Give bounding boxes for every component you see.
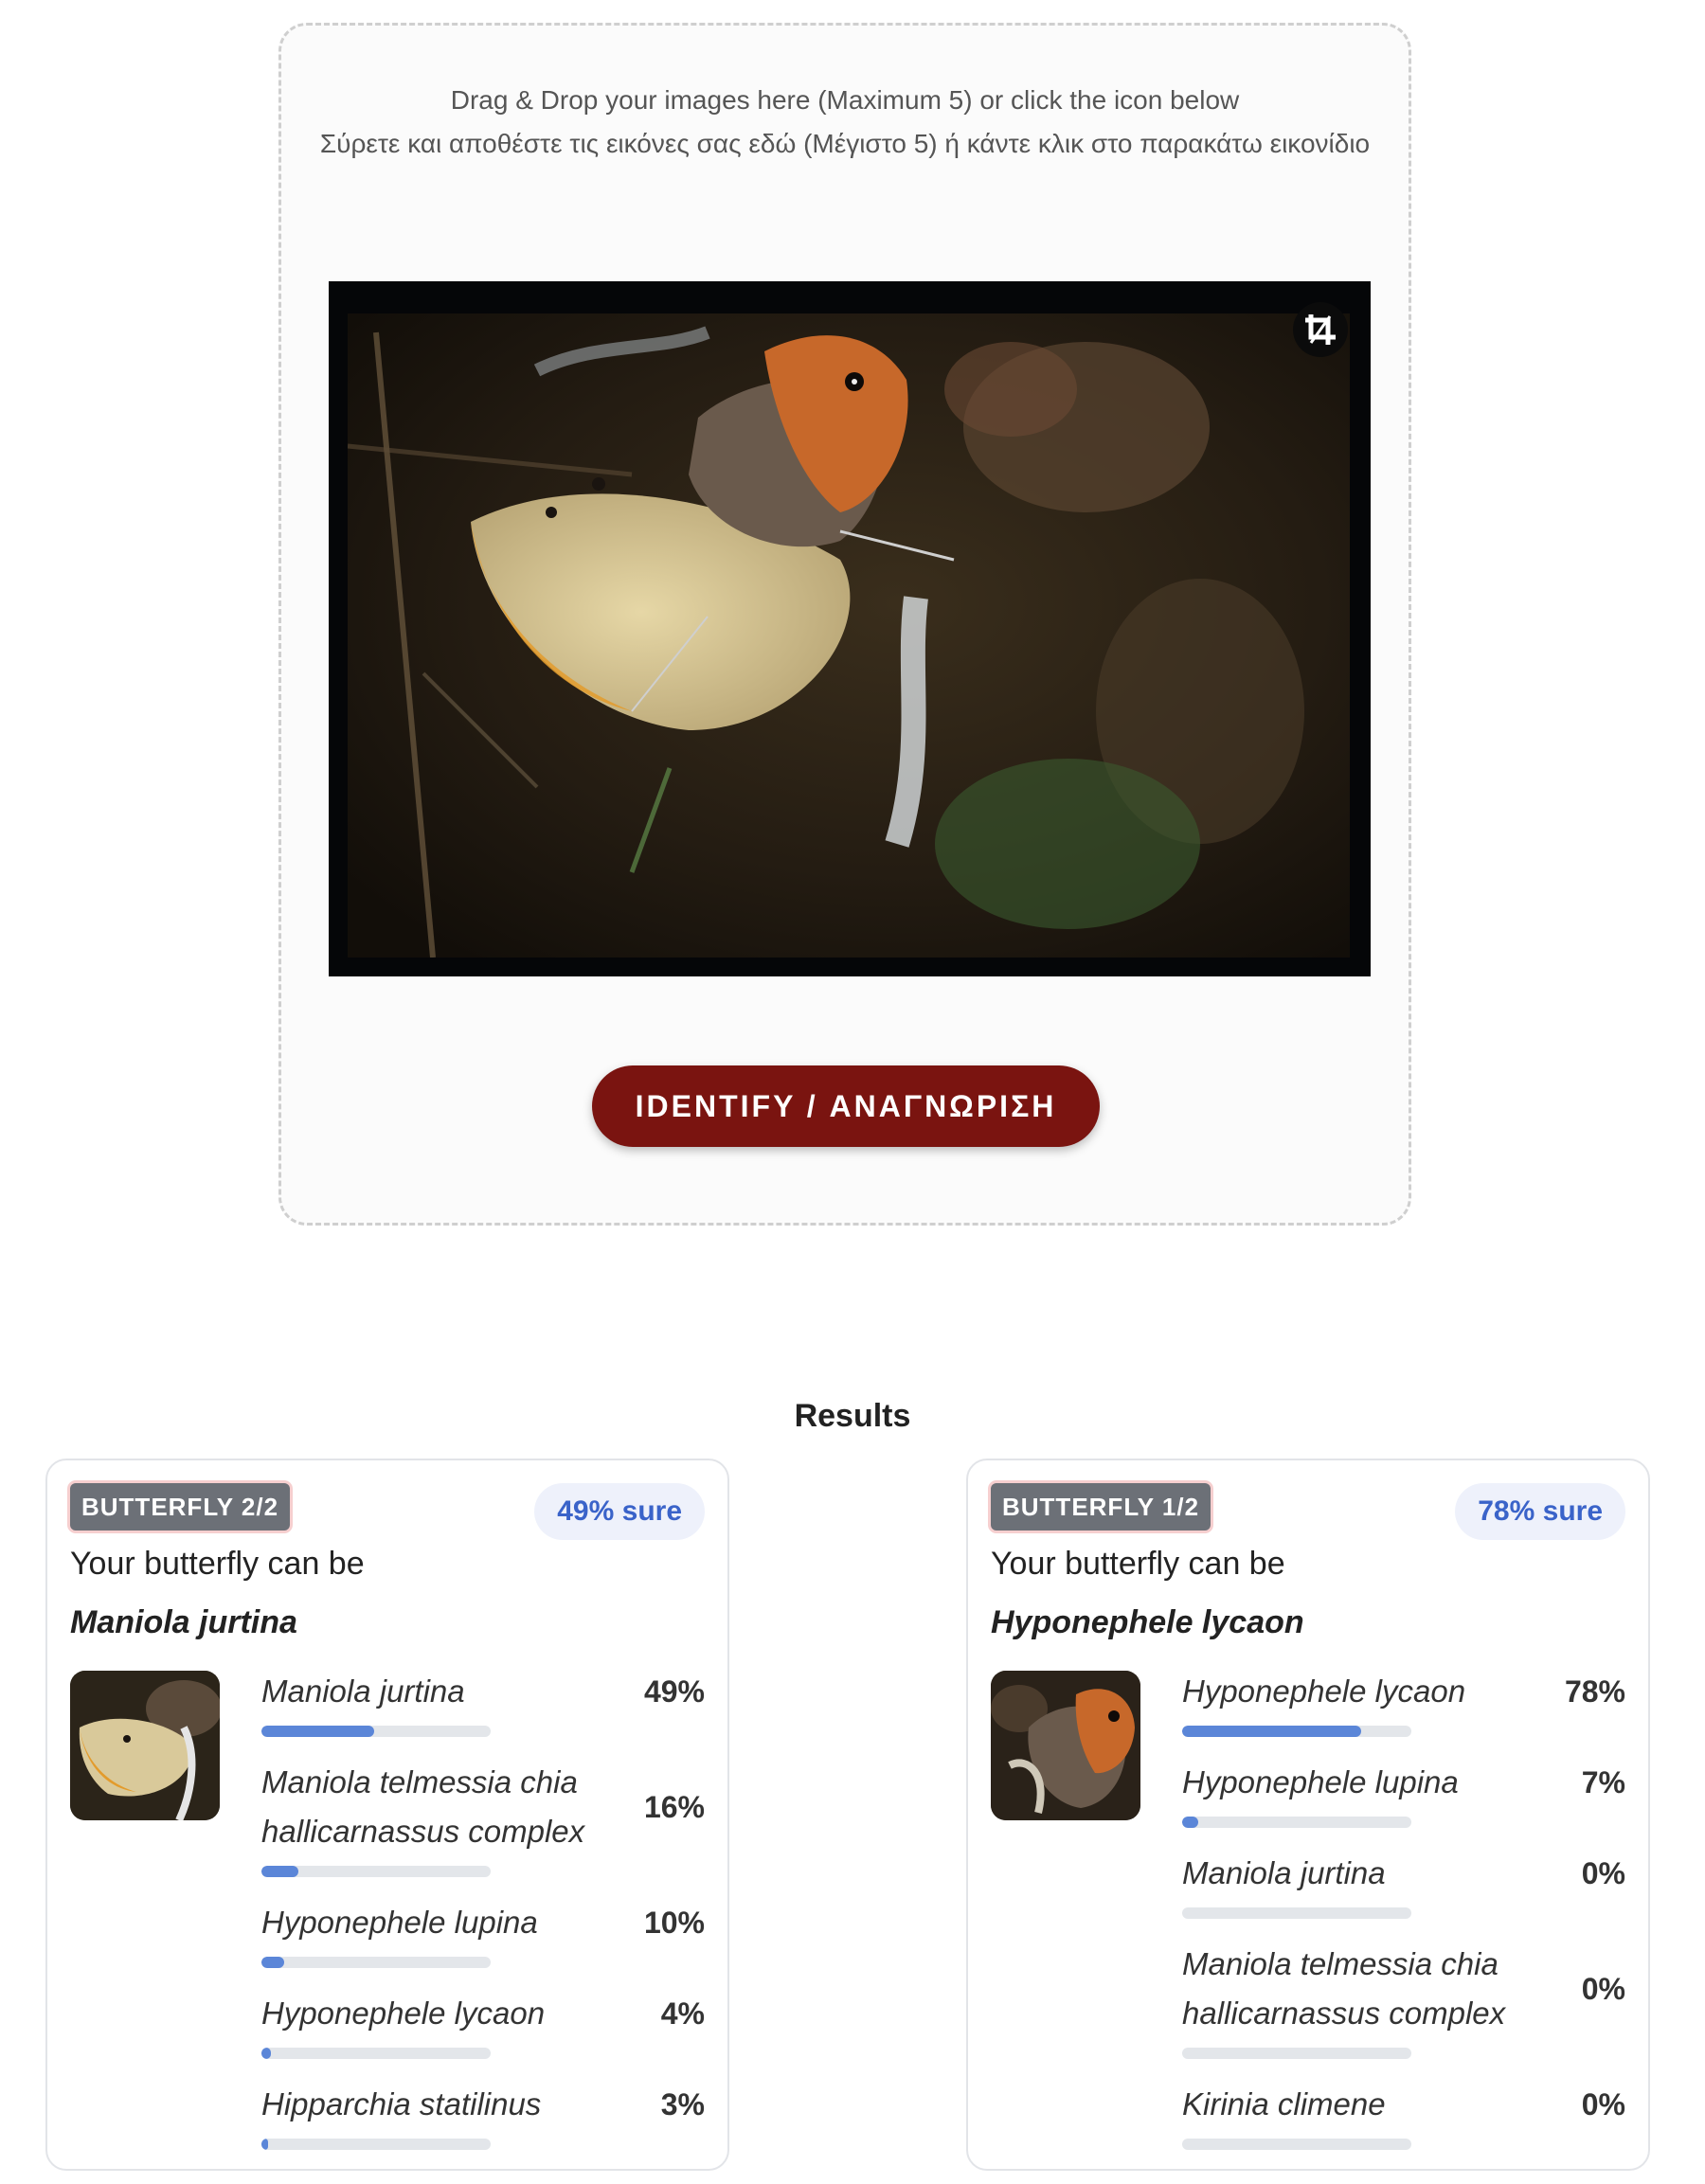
prediction-name: Kirinia climene <box>1182 2086 1386 2121</box>
results-title: Results <box>794 1398 911 1434</box>
top-species-name: Maniola jurtina <box>70 1604 297 1640</box>
butterfly-thumbnail <box>991 1671 1140 1820</box>
result-lead-text: Your butterfly can be <box>991 1546 1285 1582</box>
prediction-bar-fill <box>1182 1817 1198 1828</box>
prediction-bar <box>1182 2048 1411 2059</box>
prediction-name: Hyponephele lycaon <box>261 1996 546 2031</box>
prediction-bar-fill <box>261 1726 374 1737</box>
dropzone-instructions: Drag & Drop your images here (Maximum 5)… <box>319 79 1371 166</box>
prediction-bar-fill <box>261 2048 271 2059</box>
result-lead-text: Your butterfly can be <box>70 1546 365 1582</box>
prediction-percent: 0% <box>1581 1855 1625 1890</box>
prediction-list: Hyponephele lycaon 78% Hyponephele lupin… <box>1182 1667 1625 2171</box>
uploaded-image-frame <box>329 281 1371 976</box>
instruction-greek: Σύρετε και αποθέστε τις εικόνες σας εδώ … <box>319 129 1371 158</box>
prediction-item: Maniola jurtina 0% <box>1182 1849 1625 1919</box>
result-card-butterfly-2: BUTTERFLY 2/2 49% sure Your butterfly ca… <box>45 1459 729 2171</box>
identify-button[interactable]: IDENTIFY / ΑΝΑΓΝΩΡΙΣΗ <box>592 1065 1100 1147</box>
prediction-bar <box>261 2139 491 2150</box>
prediction-percent: 16% <box>643 1789 705 1824</box>
prediction-bar <box>1182 2139 1411 2150</box>
prediction-percent: 7% <box>1581 1764 1625 1799</box>
prediction-name: Hyponephele lupina <box>261 1905 538 1940</box>
prediction-item: Maniola telmessia chia hallicarnassus co… <box>1182 1940 1625 2059</box>
prediction-item: Maniola telmessia chia hallicarnassus co… <box>261 1758 705 1877</box>
prediction-name: Maniola telmessia chia hallicarnassus co… <box>261 1764 585 1849</box>
butterfly-badge: BUTTERFLY 2/2 <box>70 1483 291 1531</box>
prediction-list: Maniola jurtina 49% Maniola telmessia ch… <box>261 1667 705 2171</box>
prediction-percent: 49% <box>643 1674 705 1709</box>
instruction-english: Drag & Drop your images here (Maximum 5)… <box>450 85 1240 115</box>
prediction-item: Hyponephele lupina 7% <box>1182 1758 1625 1828</box>
prediction-bar <box>261 1957 491 1968</box>
prediction-percent: 4% <box>660 1996 705 2031</box>
prediction-item: Hipparchia statilinus 3% <box>261 2080 705 2150</box>
prediction-bar <box>1182 1817 1411 1828</box>
prediction-item: Kirinia climene 0% <box>1182 2080 1625 2150</box>
prediction-percent: 78% <box>1564 1674 1625 1709</box>
prediction-bar <box>261 2048 491 2059</box>
prediction-percent: 0% <box>1581 1971 1625 2006</box>
confidence-pill: 49% sure <box>534 1483 705 1540</box>
prediction-item: Hyponephele lycaon 78% <box>1182 1667 1625 1737</box>
prediction-percent: 10% <box>643 1905 705 1940</box>
prediction-item: Maniola jurtina 49% <box>261 1667 705 1737</box>
prediction-item: Hyponephele lycaon 4% <box>261 1989 705 2059</box>
prediction-name: Maniola jurtina <box>1182 1855 1386 1890</box>
prediction-name: Hipparchia statilinus <box>261 2086 542 2121</box>
prediction-percent: 0% <box>1581 2086 1625 2121</box>
prediction-name: Hyponephele lycaon <box>1182 1674 1466 1709</box>
image-dropzone[interactable]: Drag & Drop your images here (Maximum 5)… <box>278 23 1411 1226</box>
prediction-item: Hyponephele lupina 10% <box>261 1898 705 1968</box>
prediction-bar-fill <box>261 2139 269 2150</box>
uploaded-butterfly-photo <box>348 313 1350 958</box>
confidence-pill: 78% sure <box>1455 1483 1625 1540</box>
prediction-percent: 3% <box>660 2086 705 2121</box>
butterfly-badge: BUTTERFLY 1/2 <box>991 1483 1211 1531</box>
prediction-name: Hyponephele lupina <box>1182 1764 1459 1799</box>
butterfly-thumbnail <box>70 1671 220 1820</box>
prediction-name: Maniola jurtina <box>261 1674 465 1709</box>
prediction-bar-fill <box>261 1866 298 1877</box>
prediction-bar <box>1182 1907 1411 1919</box>
crop-icon <box>1305 314 1336 345</box>
top-species-name: Hyponephele lycaon <box>991 1604 1304 1640</box>
crop-button[interactable] <box>1293 302 1348 357</box>
prediction-bar <box>1182 1726 1411 1737</box>
prediction-bar <box>261 1866 491 1877</box>
prediction-name: Maniola telmessia chia hallicarnassus co… <box>1182 1946 1506 2031</box>
prediction-bar-fill <box>1182 1726 1361 1737</box>
prediction-bar <box>261 1726 491 1737</box>
result-card-butterfly-1: BUTTERFLY 1/2 78% sure Your butterfly ca… <box>966 1459 1650 2171</box>
prediction-bar-fill <box>261 1957 285 1968</box>
